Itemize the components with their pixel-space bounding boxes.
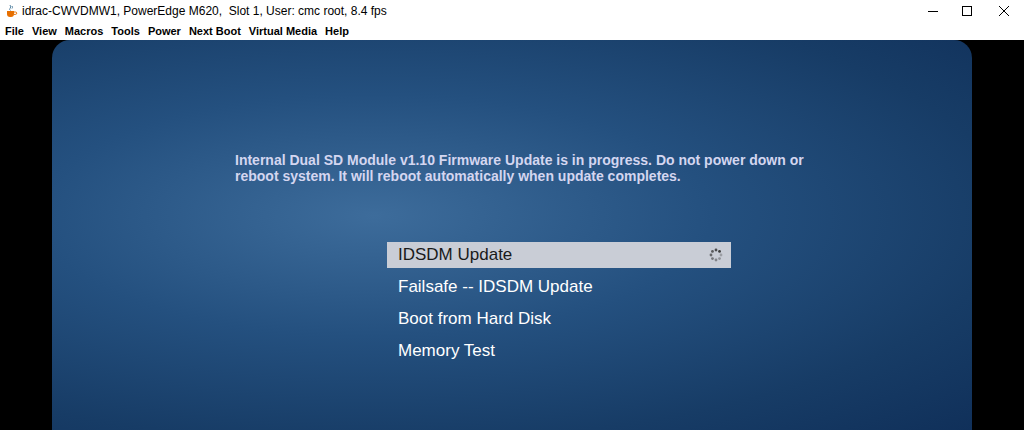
- console-screen: Internal Dual SD Module v1.10 Firmware U…: [52, 40, 972, 430]
- window-controls: [916, 0, 1024, 22]
- menu-item[interactable]: File: [5, 23, 24, 40]
- minimize-icon[interactable]: [916, 0, 950, 22]
- boot-menu: IDSDM Update Failsafe -- IDSDM Update Boot…: [387, 242, 731, 364]
- menu-item[interactable]: Next Boot: [189, 23, 241, 40]
- window-title: idrac-CWVDMW1, PowerEdge M620, Slot 1, U…: [22, 2, 916, 20]
- menu-item[interactable]: Tools: [111, 23, 140, 40]
- java-icon: [4, 4, 18, 18]
- menu-item[interactable]: View: [32, 23, 57, 40]
- title-bar: idrac-CWVDMW1, PowerEdge M620, Slot 1, U…: [0, 0, 1024, 22]
- maximize-icon[interactable]: [950, 0, 984, 22]
- boot-menu-label: Failsafe -- IDSDM Update: [398, 274, 593, 300]
- spinner-icon: [709, 312, 723, 326]
- boot-menu-item[interactable]: IDSDM Update: [387, 242, 731, 268]
- boot-menu-label: Memory Test: [398, 338, 495, 364]
- status-message: Internal Dual SD Module v1.10 Firmware U…: [235, 152, 805, 184]
- menu-item[interactable]: Help: [325, 23, 349, 40]
- boot-menu-label: IDSDM Update: [398, 242, 512, 268]
- close-icon[interactable]: [984, 0, 1024, 22]
- boot-menu-item[interactable]: Failsafe -- IDSDM Update: [387, 274, 731, 300]
- boot-menu-item[interactable]: Boot from Hard Disk: [387, 306, 731, 332]
- menu-item[interactable]: Macros: [65, 23, 104, 40]
- spinner-icon: [709, 344, 723, 358]
- spinner-icon: [709, 248, 723, 262]
- boot-menu-item[interactable]: Memory Test: [387, 338, 731, 364]
- menu-item[interactable]: Virtual Media: [249, 23, 317, 40]
- menu-item[interactable]: Power: [148, 23, 181, 40]
- menu-bar: File View Macros Tools Power Next Boot Virtual…: [0, 22, 1024, 40]
- boot-menu-label: Boot from Hard Disk: [398, 306, 551, 332]
- spinner-icon: [709, 280, 723, 294]
- console-area: Internal Dual SD Module v1.10 Firmware U…: [0, 40, 1024, 430]
